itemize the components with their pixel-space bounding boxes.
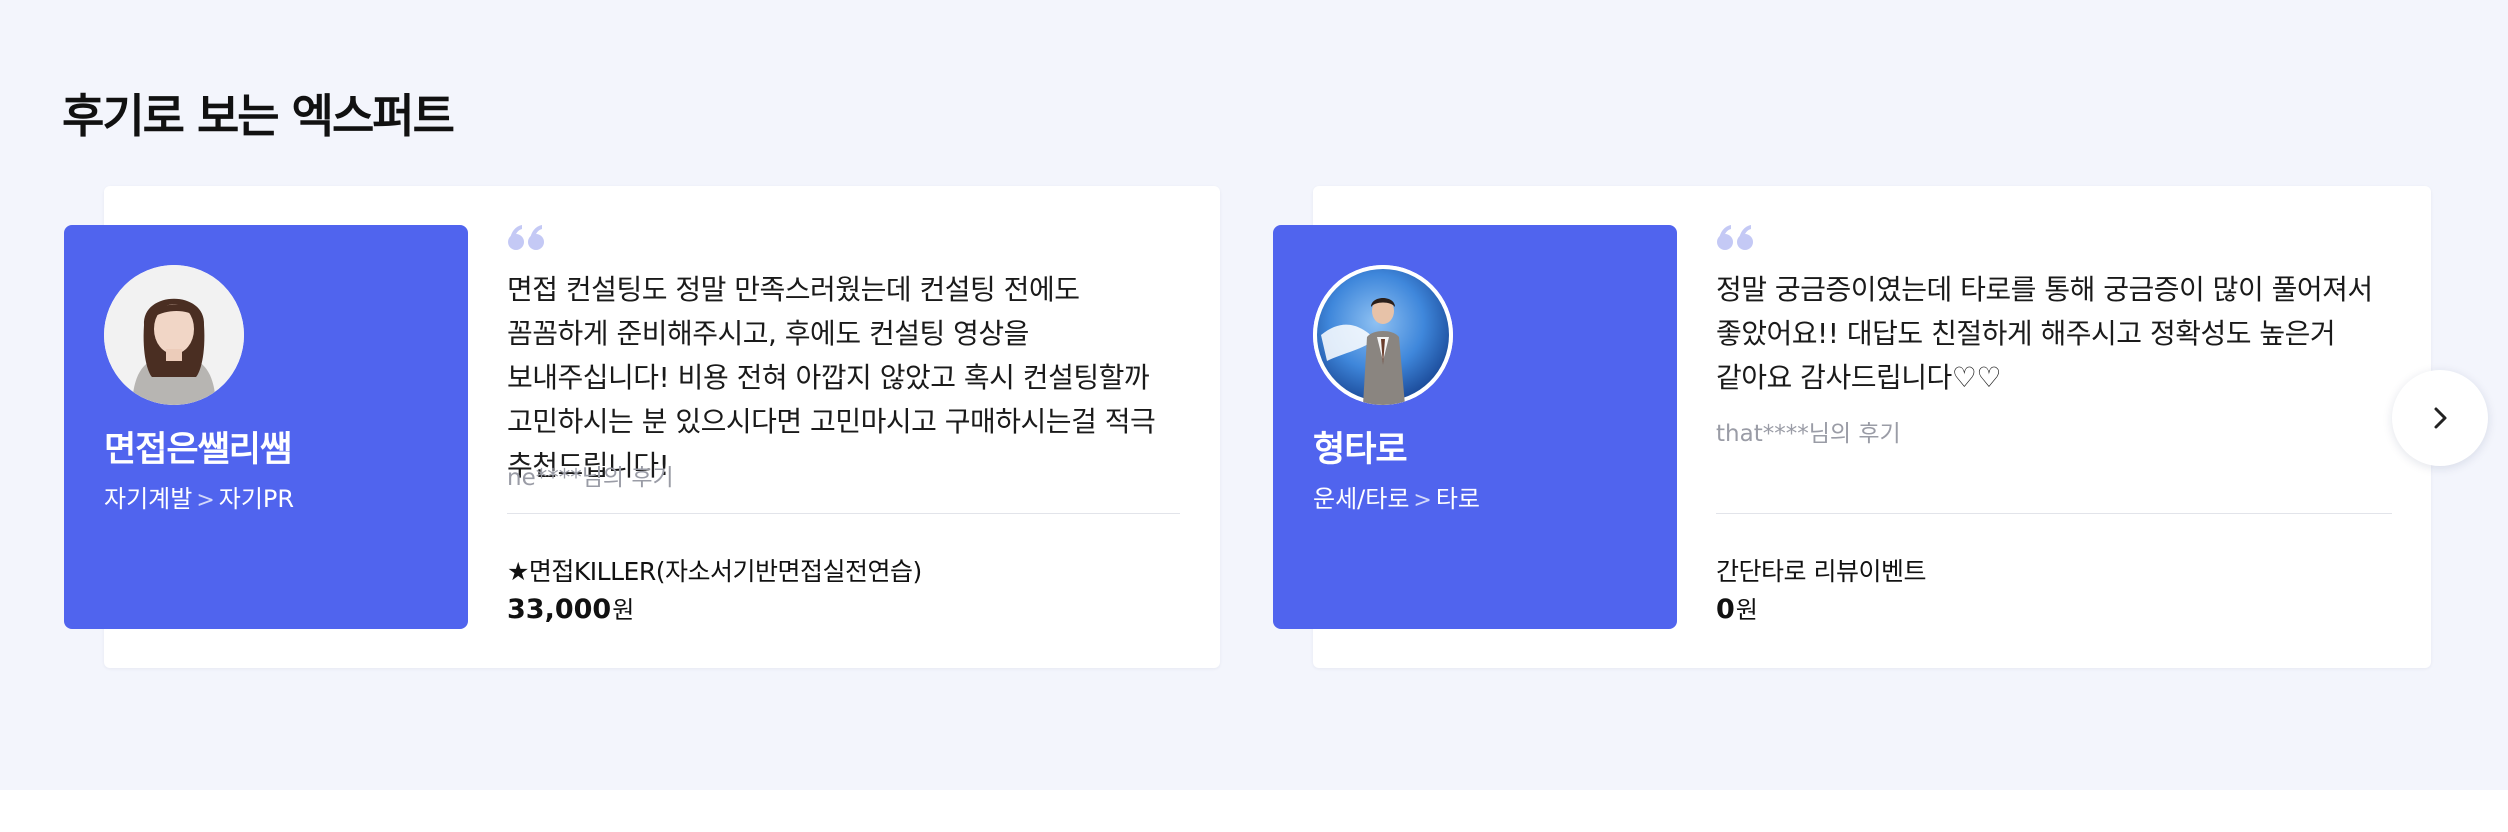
divider [507, 513, 1180, 514]
expert-profile-panel[interactable]: 면접은쌜리쌤 자기계발 > 자기PR [64, 225, 468, 629]
quote-mark-icon [1717, 225, 1753, 250]
expert-name: 형타로 [1313, 430, 1408, 470]
chevron-right-icon: > [1413, 488, 1432, 513]
product-name[interactable]: ★면접KILLER(자소서기반면접실전연습) [507, 552, 922, 588]
price-unit: 원 [612, 596, 635, 624]
category-label: 자기계발 [104, 485, 193, 513]
expert-review-section: 후기로 보는 엑스퍼트 면접은쌜리쌤 자기계발 > 자기PR 면접 컨설팅도 정말 … [0, 0, 2508, 790]
review-author: ne****님의 후기 [507, 465, 674, 491]
product-price: 0원 [1716, 590, 1758, 625]
expert-profile-panel[interactable]: 형타로 운세/타로 > 타로 [1273, 225, 1677, 629]
review-text: 면접 컨설팅도 정말 만족스러웠는데 컨설팅 전에도 꼼꼼하게 준비해주시고, … [507, 273, 1156, 482]
subcategory-label: 자기PR [218, 485, 295, 513]
expert-category: 자기계발 > 자기PR [104, 479, 294, 514]
divider [1716, 513, 2392, 514]
price-amount: 0 [1716, 594, 1735, 625]
woman-portrait-icon [104, 265, 244, 405]
expert-name: 면접은쌜리쌤 [104, 430, 292, 470]
man-suit-portrait-icon [1313, 265, 1453, 405]
chevron-right-icon [2434, 407, 2447, 429]
review-text: 정말 궁금증이였는데 타로를 통해 궁금증이 많이 풀어져서 좋았어요!! 대답… [1716, 273, 2373, 394]
review-author: that****님의 후기 [1716, 421, 1901, 447]
price-unit: 원 [1735, 596, 1758, 624]
expert-category: 운세/타로 > 타로 [1313, 479, 1480, 514]
carousel-next-button[interactable] [2392, 370, 2488, 466]
product-name[interactable]: 간단타로 리뷰이벤트 [1716, 552, 1926, 588]
section-title: 후기로 보는 엑스퍼트 [62, 89, 455, 143]
quote-mark-icon [508, 225, 544, 250]
category-label: 운세/타로 [1313, 485, 1410, 513]
product-price: 33,000원 [507, 590, 634, 625]
chevron-right-icon: > [196, 488, 215, 513]
price-amount: 33,000 [507, 594, 612, 625]
subcategory-label: 타로 [1435, 485, 1481, 513]
